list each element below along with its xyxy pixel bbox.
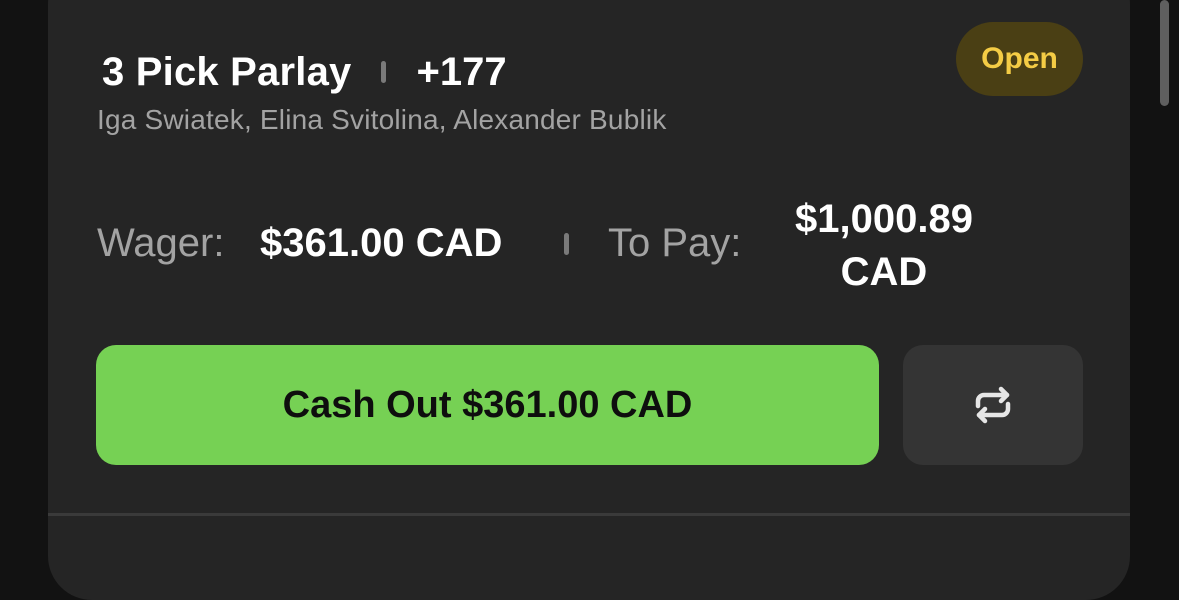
title-separator [381,61,387,83]
scrollbar[interactable] [1160,0,1169,106]
card-divider [48,513,1130,516]
wager-value: $361.00 CAD [260,221,503,265]
bet-odds: +177 [416,49,507,94]
repeat-bet-button[interactable] [903,345,1083,465]
bet-title-row: 3 Pick Parlay +177 [102,46,507,98]
summary-separator [564,233,569,255]
status-badge: Open [956,22,1083,96]
repeat-icon [971,385,1015,425]
to-pay-currency: CAD [840,250,928,294]
to-pay-label: To Pay: [608,221,742,265]
bet-title: 3 Pick Parlay [102,49,352,94]
to-pay-value: $1,000.89 CAD [770,193,998,299]
to-pay-amount: $1,000.89 [795,197,973,241]
bet-players: Iga Swiatek, Elina Svitolina, Alexander … [97,104,667,135]
cash-out-button[interactable]: Cash Out $361.00 CAD [96,345,879,465]
wager-label: Wager: [97,221,225,265]
